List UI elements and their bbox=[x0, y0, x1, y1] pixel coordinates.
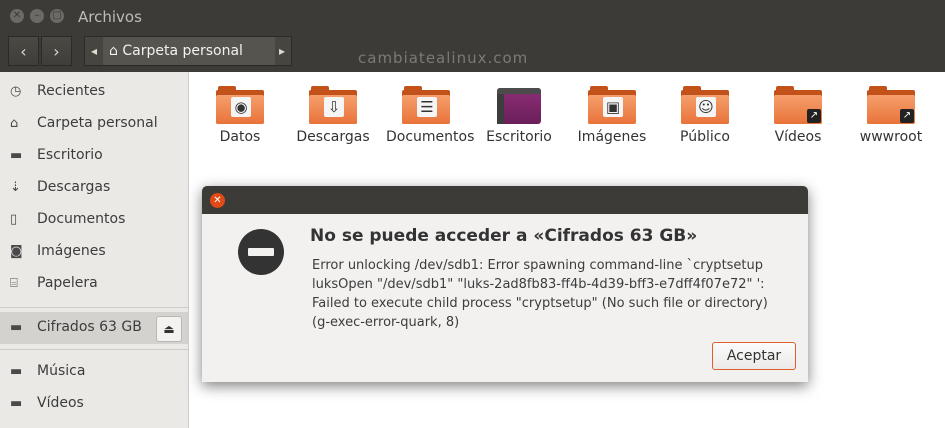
sidebar-item-recent[interactable]: ◷ Recientes bbox=[0, 76, 188, 108]
sidebar-item-desktop[interactable]: ▬ Escritorio bbox=[0, 140, 188, 172]
sidebar: ◷ Recientes ⌂ Carpeta personal ▬ Escrito… bbox=[0, 72, 189, 428]
picture-emblem-icon: ▣ bbox=[603, 97, 623, 117]
sidebar-item-label: Recientes bbox=[37, 83, 106, 99]
folder-documents-icon: ☰ bbox=[402, 86, 450, 124]
sidebar-item-label: Descargas bbox=[37, 179, 111, 195]
clock-icon: ◷ bbox=[10, 84, 22, 99]
dialog-message: Error unlocking /dev/sdb1: Error spawnin… bbox=[312, 258, 768, 330]
symlink-arrow-icon: ↗ bbox=[807, 109, 821, 123]
trash-icon: ⌸ bbox=[10, 276, 18, 291]
sidebar-divider bbox=[0, 349, 188, 350]
symlink-arrow-icon: ↗ bbox=[900, 109, 914, 123]
folder-link-icon: ↗ bbox=[867, 86, 915, 124]
accept-button[interactable]: Aceptar bbox=[712, 342, 796, 370]
folder-icon: ▬ bbox=[10, 396, 23, 411]
sidebar-item-downloads[interactable]: ⇣ Descargas bbox=[0, 172, 188, 204]
watermark: cambiatealinux.com bbox=[358, 49, 529, 67]
sidebar-item-encrypted-drive[interactable]: ▬ Cifrados 63 GB ⏏ bbox=[0, 312, 188, 344]
camera-icon: ◙ bbox=[10, 244, 23, 259]
file-item-imagenes[interactable]: ▣ Imágenes bbox=[564, 84, 660, 164]
home-icon: ⌂ bbox=[109, 43, 123, 59]
file-name: Datos bbox=[219, 129, 261, 145]
file-item-datos[interactable]: ◉ Datos bbox=[192, 84, 288, 164]
download-icon: ⇣ bbox=[10, 180, 21, 195]
sidebar-item-label: Documentos bbox=[37, 211, 126, 227]
sidebar-item-label: Carpeta personal bbox=[37, 115, 158, 131]
document-icon: ▯ bbox=[10, 212, 18, 227]
dialog-close-button[interactable]: ✕ bbox=[210, 193, 225, 208]
file-name: Documentos bbox=[386, 129, 475, 145]
sidebar-item-videos[interactable]: ▬ Vídeos bbox=[0, 388, 188, 420]
dialog-heading: No se puede acceder a «Cifrados 63 GB» bbox=[310, 226, 698, 246]
sidebar-item-trash[interactable]: ⌸ Papelera bbox=[0, 268, 188, 300]
file-item-videos[interactable]: ↗ Vídeos bbox=[750, 84, 846, 164]
sidebar-item-label: Escritorio bbox=[37, 147, 103, 163]
dialog-titlebar: ✕ bbox=[202, 186, 808, 214]
file-name: Público bbox=[680, 129, 730, 145]
error-icon bbox=[238, 229, 284, 275]
drive-emblem-icon: ◉ bbox=[231, 97, 251, 117]
minimize-window-button[interactable]: – bbox=[30, 9, 44, 23]
window-title: Archivos bbox=[78, 8, 142, 26]
error-dialog: ✕ No se puede acceder a «Cifrados 63 GB»… bbox=[202, 186, 808, 382]
path-home-button[interactable]: ⌂ Carpeta personal bbox=[103, 37, 275, 65]
maximize-window-button[interactable]: □ bbox=[50, 9, 64, 23]
folder-public-icon: ☺ bbox=[681, 86, 729, 124]
sidebar-item-home[interactable]: ⌂ Carpeta personal bbox=[0, 108, 188, 140]
folder-icon: ▬ bbox=[10, 364, 23, 379]
person-emblem-icon: ☺ bbox=[696, 97, 716, 117]
sidebar-item-label: Cifrados 63 GB bbox=[37, 319, 142, 335]
file-name: wwwroot bbox=[859, 129, 923, 145]
file-name: Imágenes bbox=[577, 129, 647, 145]
path-scroll-left-button[interactable]: ◂ bbox=[85, 37, 104, 65]
file-item-wwwroot[interactable]: ↗ wwwroot bbox=[843, 84, 939, 164]
drive-icon: ▬ bbox=[10, 320, 23, 335]
path-scroll-right-button[interactable]: ▸ bbox=[273, 37, 291, 65]
sidebar-divider bbox=[0, 307, 188, 308]
path-bar: ◂ ⌂ Carpeta personal ▸ bbox=[84, 36, 292, 66]
file-name: Descargas bbox=[296, 129, 370, 145]
sidebar-item-documents[interactable]: ▯ Documentos bbox=[0, 204, 188, 236]
file-item-documentos[interactable]: ☰ Documentos bbox=[378, 84, 474, 164]
folder-icon: ▬ bbox=[10, 148, 23, 163]
file-item-escritorio[interactable]: Escritorio bbox=[471, 84, 567, 164]
download-emblem-icon: ⇩ bbox=[324, 97, 344, 117]
folder-download-icon: ⇩ bbox=[309, 86, 357, 124]
window-titlebar: ✕ – □ Archivos bbox=[0, 0, 945, 32]
file-name: Vídeos bbox=[774, 129, 822, 145]
back-button[interactable]: ‹ bbox=[8, 36, 39, 66]
sidebar-item-pictures[interactable]: ◙ Imágenes bbox=[0, 236, 188, 268]
sidebar-item-label: Vídeos bbox=[37, 395, 84, 411]
folder-link-icon: ↗ bbox=[774, 86, 822, 124]
file-name: Escritorio bbox=[486, 129, 552, 145]
folder-pictures-icon: ▣ bbox=[588, 86, 636, 124]
path-home-label: Carpeta personal bbox=[122, 43, 243, 59]
desktop-folder-icon bbox=[495, 86, 543, 124]
eject-button[interactable]: ⏏ bbox=[156, 316, 182, 342]
forward-button[interactable]: › bbox=[41, 36, 72, 66]
file-item-publico[interactable]: ☺ Público bbox=[657, 84, 753, 164]
sidebar-item-label: Imágenes bbox=[37, 243, 106, 259]
close-window-button[interactable]: ✕ bbox=[10, 9, 24, 23]
file-item-descargas[interactable]: ⇩ Descargas bbox=[285, 84, 381, 164]
home-icon: ⌂ bbox=[10, 116, 19, 131]
sidebar-item-label: Música bbox=[37, 363, 86, 379]
folder-icon: ◉ bbox=[216, 86, 264, 124]
sidebar-item-label: Papelera bbox=[37, 275, 98, 291]
document-emblem-icon: ☰ bbox=[417, 97, 437, 117]
sidebar-item-music[interactable]: ▬ Música bbox=[0, 356, 188, 388]
